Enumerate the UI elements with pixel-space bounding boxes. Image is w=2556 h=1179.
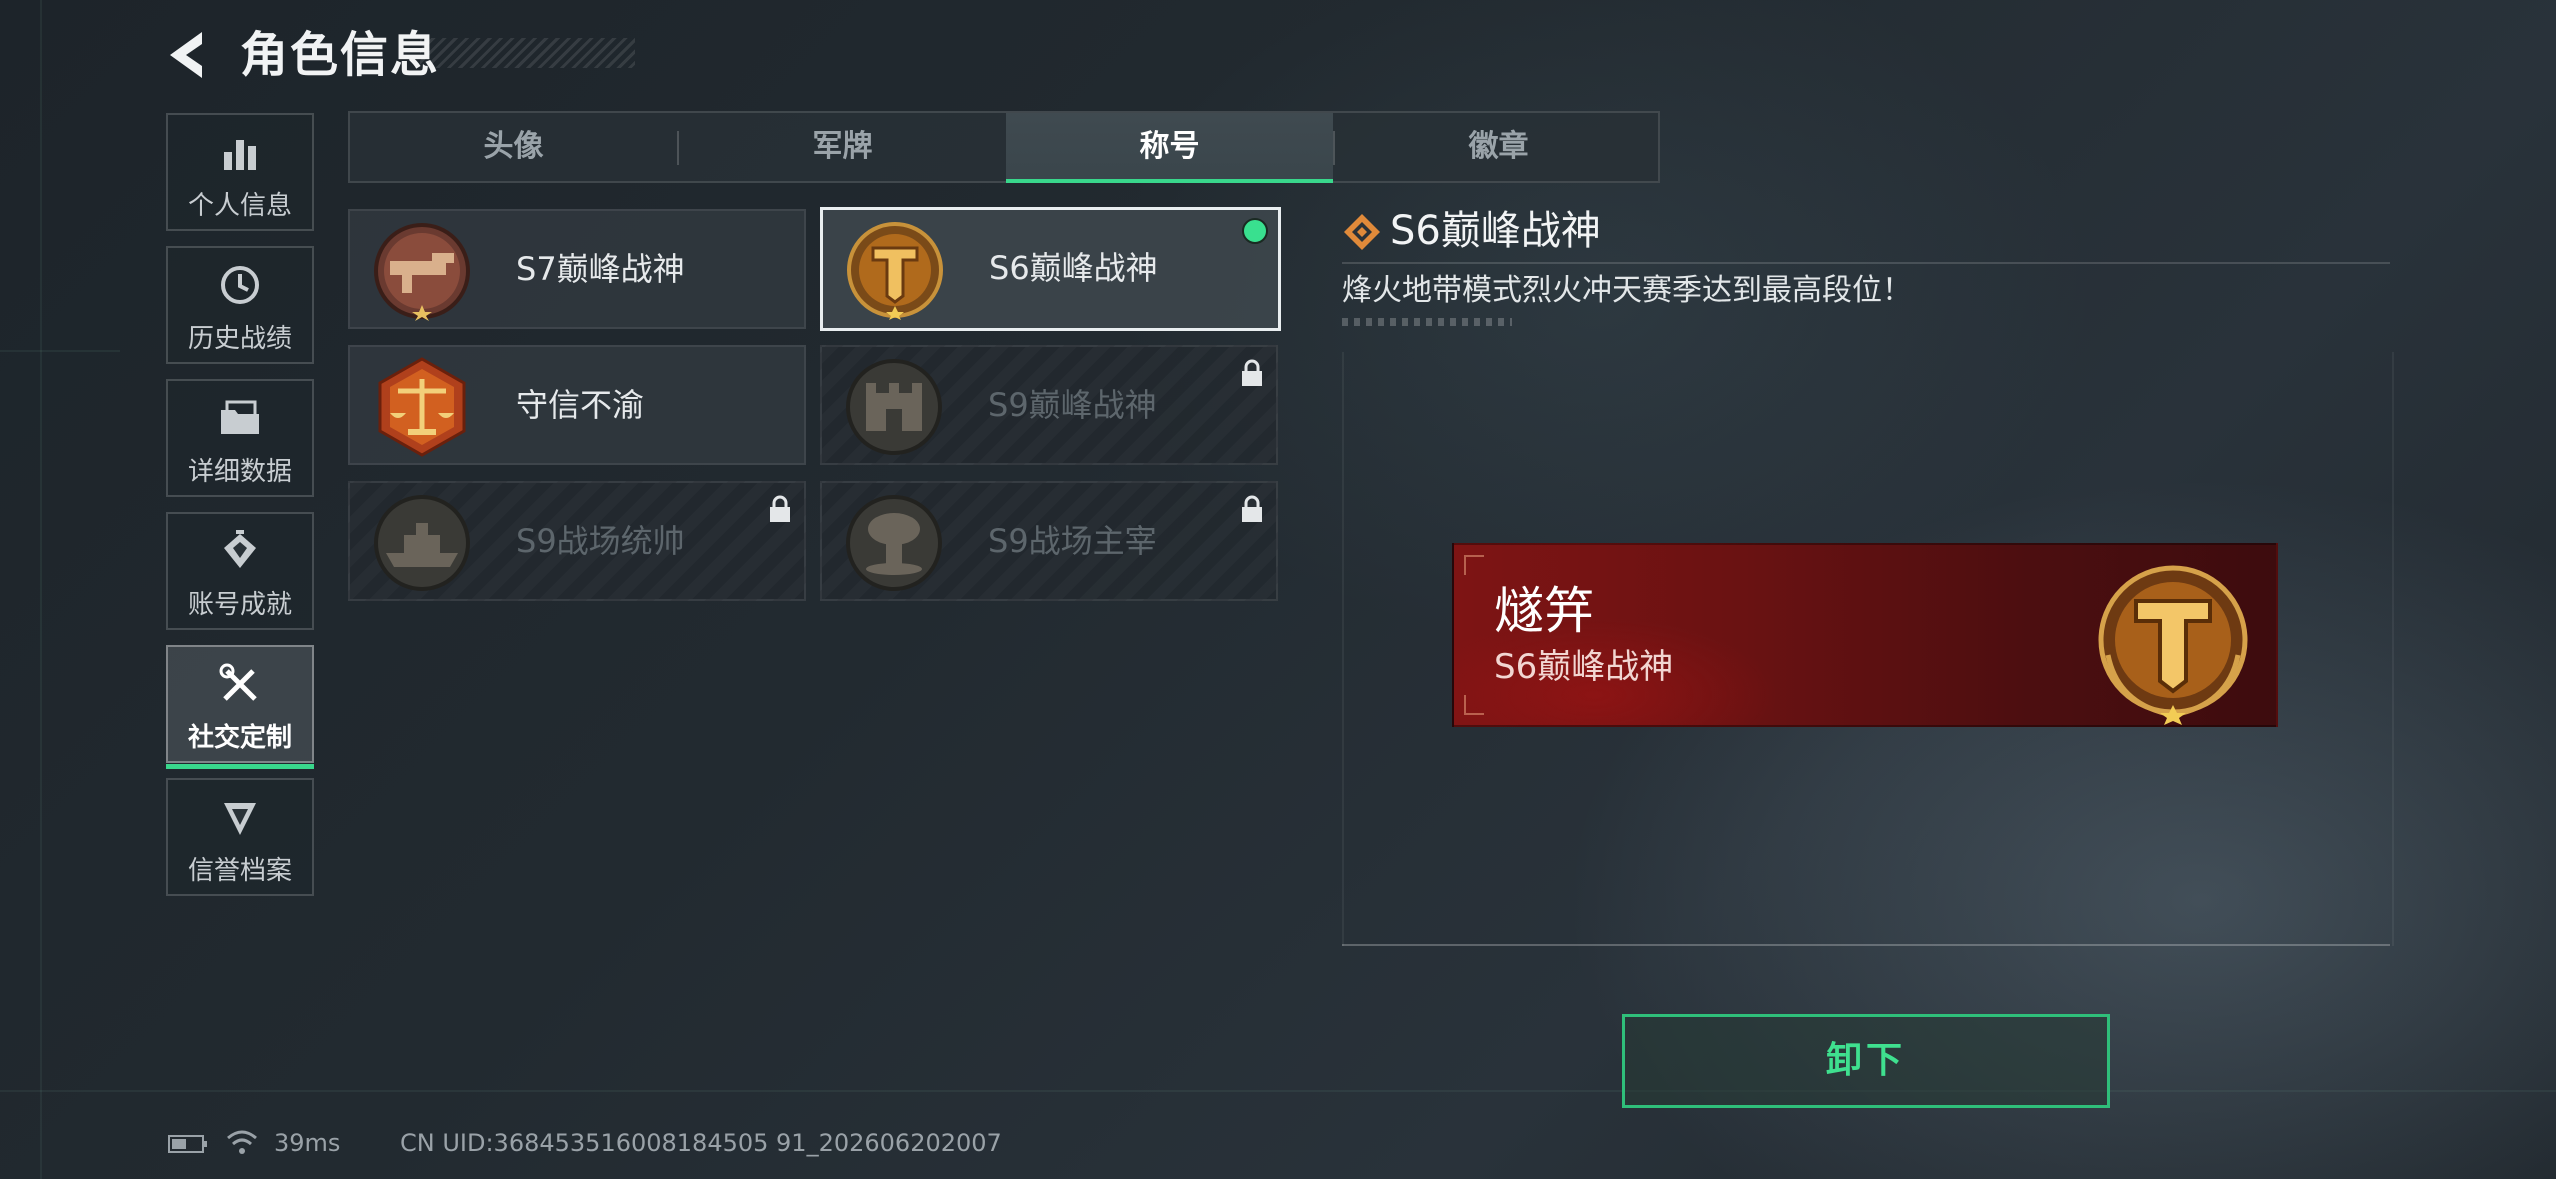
tab-bar: 头像 军牌 称号 徽章: [348, 111, 1660, 183]
back-arrow-icon[interactable]: [162, 28, 218, 82]
sidebar-item-personal-info[interactable]: 个人信息: [166, 113, 314, 231]
tab-dog-tag[interactable]: 军牌: [679, 113, 1006, 181]
title-card-s9-commander[interactable]: S9战场统帅: [348, 481, 806, 601]
description-decoration: [1342, 318, 1512, 326]
fortress-emblem-icon: [846, 359, 942, 455]
title-card-label: S9战场主宰: [988, 522, 1157, 560]
nameplate-corner: [1464, 695, 1484, 715]
hud-line: [0, 350, 120, 352]
sidebar-item-detailed-data[interactable]: 详细数据: [166, 379, 314, 497]
title-card-label: S9巅峰战神: [988, 386, 1157, 424]
history-clock-icon: [221, 266, 259, 304]
tools-icon: [219, 663, 257, 701]
lock-icon: [770, 495, 790, 522]
credibility-icon: [224, 803, 256, 835]
sidebar-item-label: 社交定制: [187, 723, 292, 753]
sidebar-item-label: 信誉档案: [187, 856, 292, 886]
unequip-button[interactable]: 卸下: [1622, 1014, 2110, 1108]
tab-badge[interactable]: 徽章: [1335, 113, 1662, 181]
nameplate-preview: 燧笄 S6巅峰战神: [1452, 543, 2278, 727]
title-card-s6-peak[interactable]: S6巅峰战神: [820, 207, 1281, 331]
title-card-label: S9战场统帅: [516, 522, 685, 560]
user-uid: CN UID:368453516008184505 91_20260620200…: [400, 1129, 1002, 1157]
diamond-title-icon: [1344, 214, 1380, 250]
mushroom-cloud-emblem-icon: [846, 495, 942, 591]
warship-emblem-icon: [374, 495, 470, 591]
detail-title: S6巅峰战神: [1390, 208, 1601, 254]
sidebar-item-label: 详细数据: [187, 457, 292, 487]
page-title: 角色信息: [240, 27, 441, 83]
nameplate-corner: [1464, 555, 1484, 575]
sidebar-item-label: 账号成就: [187, 590, 292, 620]
title-card-label: S7巅峰战神: [516, 250, 685, 288]
tab-title[interactable]: 称号: [1006, 113, 1333, 183]
scales-emblem-icon: [378, 357, 466, 457]
t-shield-emblem-icon: [2098, 565, 2248, 725]
equipped-indicator: [1242, 218, 1268, 244]
title-card-s9-dominator[interactable]: S9战场主宰: [820, 481, 1278, 601]
title-card-keep-faith[interactable]: 守信不渝: [348, 345, 806, 465]
sidebar-item-credibility[interactable]: 信誉档案: [166, 778, 314, 896]
nameplate-title: S6巅峰战神: [1494, 647, 1674, 687]
sidebar-item-label: 个人信息: [187, 191, 292, 221]
lock-icon: [1242, 359, 1262, 386]
title-card-s7-peak[interactable]: S7巅峰战神: [348, 209, 806, 329]
detail-description: 烽火地带模式烈火冲天赛季达到最高段位！: [1342, 273, 1912, 308]
weapon-emblem-icon: [374, 223, 470, 321]
tab-avatar[interactable]: 头像: [350, 113, 677, 181]
folder-icon: [221, 400, 259, 434]
lock-icon: [1242, 495, 1262, 522]
title-card-s9-peak[interactable]: S9巅峰战神: [820, 345, 1278, 465]
ping-value: 39ms: [274, 1129, 341, 1157]
sidebar-item-achievements[interactable]: 账号成就: [166, 512, 314, 630]
hud-line: [0, 1090, 2556, 1092]
title-decoration: [420, 38, 635, 68]
title-card-label: S6巅峰战神: [989, 249, 1158, 287]
t-shield-emblem-icon: [847, 222, 943, 320]
sidebar-item-label: 历史战绩: [187, 324, 292, 354]
hud-line: [40, 0, 42, 1179]
wifi-icon: [227, 1130, 257, 1154]
divider: [1342, 262, 2390, 264]
sidebar-item-history[interactable]: 历史战绩: [166, 246, 314, 364]
achievement-icon: [224, 530, 256, 568]
bar-chart-icon: [224, 140, 256, 170]
preview-divider: [1342, 944, 2390, 946]
sidebar-item-social-custom[interactable]: 社交定制: [166, 645, 314, 769]
battery-icon: [168, 1135, 207, 1153]
title-card-label: 守信不渝: [516, 386, 645, 424]
nameplate-player-name: 燧笄: [1494, 582, 1594, 640]
